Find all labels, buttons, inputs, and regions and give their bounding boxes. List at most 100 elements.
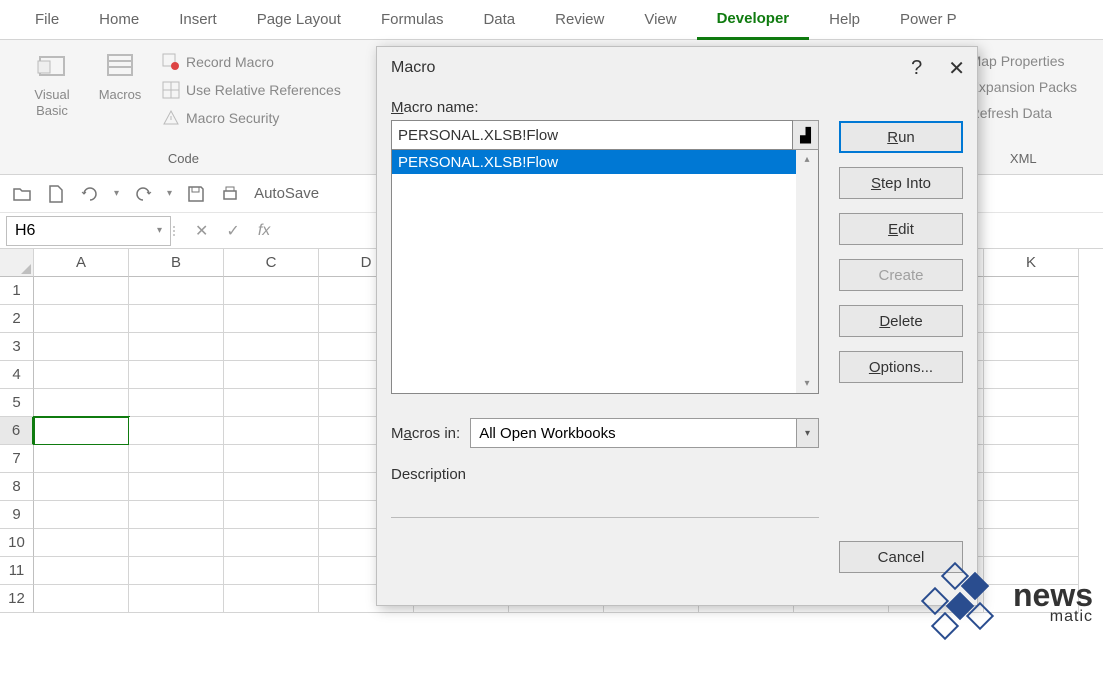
expansion-packs-button[interactable]: Expansion Packs — [966, 77, 1081, 97]
tab-developer[interactable]: Developer — [697, 0, 810, 40]
col-header[interactable]: A — [34, 249, 129, 277]
scroll-down-icon[interactable]: ▾ — [804, 378, 809, 389]
tab-page-layout[interactable]: Page Layout — [237, 0, 361, 40]
row-header[interactable]: 10 — [0, 529, 34, 557]
select-all-corner[interactable] — [0, 249, 34, 277]
cell[interactable] — [34, 417, 129, 445]
row-header[interactable]: 3 — [0, 333, 34, 361]
macros-button[interactable]: Macros — [90, 45, 150, 147]
cell[interactable] — [224, 501, 319, 529]
cell[interactable] — [129, 277, 224, 305]
name-box[interactable]: H6 ▾ — [6, 216, 171, 246]
cell[interactable] — [224, 473, 319, 501]
undo-dropdown[interactable]: ▾ — [167, 188, 172, 199]
save-icon[interactable] — [186, 184, 206, 204]
new-icon[interactable] — [46, 184, 66, 204]
cell[interactable] — [129, 417, 224, 445]
scroll-up-icon[interactable]: ▴ — [804, 154, 809, 165]
open-icon[interactable] — [12, 184, 32, 204]
cell[interactable] — [984, 501, 1079, 529]
cell[interactable] — [224, 333, 319, 361]
edit-button[interactable]: Edit — [839, 213, 963, 245]
cell[interactable] — [34, 389, 129, 417]
cell[interactable] — [224, 389, 319, 417]
macro-list[interactable]: PERSONAL.XLSB!Flow ▴ ▾ — [391, 150, 819, 394]
options-button[interactable]: Options... — [839, 351, 963, 383]
cell[interactable] — [984, 333, 1079, 361]
cell[interactable] — [224, 277, 319, 305]
cell[interactable] — [224, 361, 319, 389]
cell[interactable] — [34, 585, 129, 613]
tab-power-pivot[interactable]: Power P — [880, 0, 977, 40]
record-macro-button[interactable]: Record Macro — [158, 51, 345, 73]
cell[interactable] — [34, 557, 129, 585]
tab-review[interactable]: Review — [535, 0, 624, 40]
cell[interactable] — [224, 445, 319, 473]
delete-button[interactable]: Delete — [839, 305, 963, 337]
step-into-button[interactable]: Step Into — [839, 167, 963, 199]
cell[interactable] — [129, 557, 224, 585]
cell[interactable] — [34, 445, 129, 473]
use-relative-button[interactable]: Use Relative References — [158, 79, 345, 101]
row-header[interactable]: 12 — [0, 585, 34, 613]
cell[interactable] — [984, 529, 1079, 557]
cell[interactable] — [984, 277, 1079, 305]
macro-list-item[interactable]: PERSONAL.XLSB!Flow — [392, 150, 818, 174]
cell[interactable] — [984, 445, 1079, 473]
dialog-titlebar[interactable]: Macro ? ✕ — [377, 47, 977, 89]
cell[interactable] — [34, 333, 129, 361]
ref-edit-button[interactable]: ▟ — [793, 120, 819, 150]
row-header[interactable]: 4 — [0, 361, 34, 389]
cell[interactable] — [34, 361, 129, 389]
row-header[interactable]: 1 — [0, 277, 34, 305]
cell[interactable] — [129, 529, 224, 557]
cell[interactable] — [34, 473, 129, 501]
cell[interactable] — [129, 333, 224, 361]
cell[interactable] — [34, 501, 129, 529]
scrollbar[interactable]: ▴ ▾ — [796, 150, 818, 393]
cell[interactable] — [129, 389, 224, 417]
tab-view[interactable]: View — [624, 0, 696, 40]
cell[interactable] — [224, 417, 319, 445]
cell[interactable] — [984, 389, 1079, 417]
row-header[interactable]: 8 — [0, 473, 34, 501]
refresh-data-button[interactable]: Refresh Data — [966, 103, 1081, 123]
col-header[interactable]: C — [224, 249, 319, 277]
macros-in-select[interactable]: All Open Workbooks ▾ — [470, 418, 819, 448]
cell[interactable] — [984, 361, 1079, 389]
tab-file[interactable]: File — [15, 0, 79, 40]
cell[interactable] — [34, 305, 129, 333]
row-header[interactable]: 7 — [0, 445, 34, 473]
cell[interactable] — [129, 501, 224, 529]
cell[interactable] — [984, 473, 1079, 501]
cell[interactable] — [984, 417, 1079, 445]
undo-icon[interactable] — [133, 184, 153, 204]
row-header[interactable]: 6 — [0, 417, 34, 445]
autosave-label[interactable]: AutoSave — [254, 185, 319, 202]
cell[interactable] — [224, 557, 319, 585]
tab-data[interactable]: Data — [463, 0, 535, 40]
fx-icon[interactable]: fx — [258, 222, 270, 240]
redo-dropdown[interactable]: ▾ — [114, 188, 119, 199]
run-button[interactable]: Run — [839, 121, 963, 153]
enter-formula-icon[interactable]: ✓ — [226, 221, 239, 241]
macro-name-input[interactable] — [391, 120, 793, 150]
cell[interactable] — [129, 585, 224, 613]
cancel-formula-icon[interactable]: ✕ — [195, 221, 208, 241]
col-header[interactable]: B — [129, 249, 224, 277]
tab-formulas[interactable]: Formulas — [361, 0, 464, 40]
cell[interactable] — [224, 529, 319, 557]
cell[interactable] — [224, 305, 319, 333]
cell[interactable] — [984, 305, 1079, 333]
cell[interactable] — [129, 361, 224, 389]
macro-security-button[interactable]: Macro Security — [158, 107, 345, 129]
row-header[interactable]: 11 — [0, 557, 34, 585]
visual-basic-button[interactable]: VisualBasic — [22, 45, 82, 147]
cell[interactable] — [129, 305, 224, 333]
cell[interactable] — [34, 529, 129, 557]
cell[interactable] — [224, 585, 319, 613]
tab-help[interactable]: Help — [809, 0, 880, 40]
row-header[interactable]: 5 — [0, 389, 34, 417]
cell[interactable] — [34, 277, 129, 305]
row-header[interactable]: 2 — [0, 305, 34, 333]
